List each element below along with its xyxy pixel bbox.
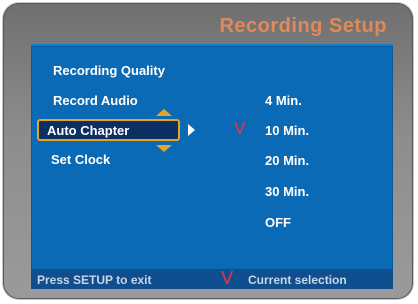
- option-10-min[interactable]: 10 Min.: [265, 123, 309, 138]
- current-selection-check-icon: V: [234, 119, 246, 139]
- tv-bezel: Recording Setup Recording Quality Record…: [3, 3, 413, 299]
- arrow-down-icon: [156, 145, 172, 152]
- option-off[interactable]: OFF: [265, 215, 291, 230]
- menu-item-recording-quality[interactable]: Recording Quality: [53, 63, 165, 78]
- arrow-right-icon: [188, 124, 195, 136]
- exit-hint: Press SETUP to exit: [37, 273, 152, 287]
- menu-item-auto-chapter-label: Auto Chapter: [47, 123, 130, 138]
- legend-text: Current selection: [248, 273, 347, 287]
- arrow-up-icon: [156, 109, 172, 116]
- page-title: Recording Setup: [219, 15, 387, 37]
- option-20-min[interactable]: 20 Min.: [265, 153, 309, 168]
- menu-item-set-clock[interactable]: Set Clock: [51, 152, 110, 167]
- option-4-min[interactable]: 4 Min.: [265, 93, 302, 108]
- menu-item-auto-chapter[interactable]: Auto Chapter: [37, 119, 180, 141]
- legend-check-icon: V: [221, 268, 234, 289]
- status-bar: Press SETUP to exit V Current selection: [31, 268, 393, 289]
- menu-item-record-audio[interactable]: Record Audio: [53, 93, 138, 108]
- option-30-min[interactable]: 30 Min.: [265, 184, 309, 199]
- setup-screen: Recording Quality Record Audio Auto Chap…: [31, 44, 393, 289]
